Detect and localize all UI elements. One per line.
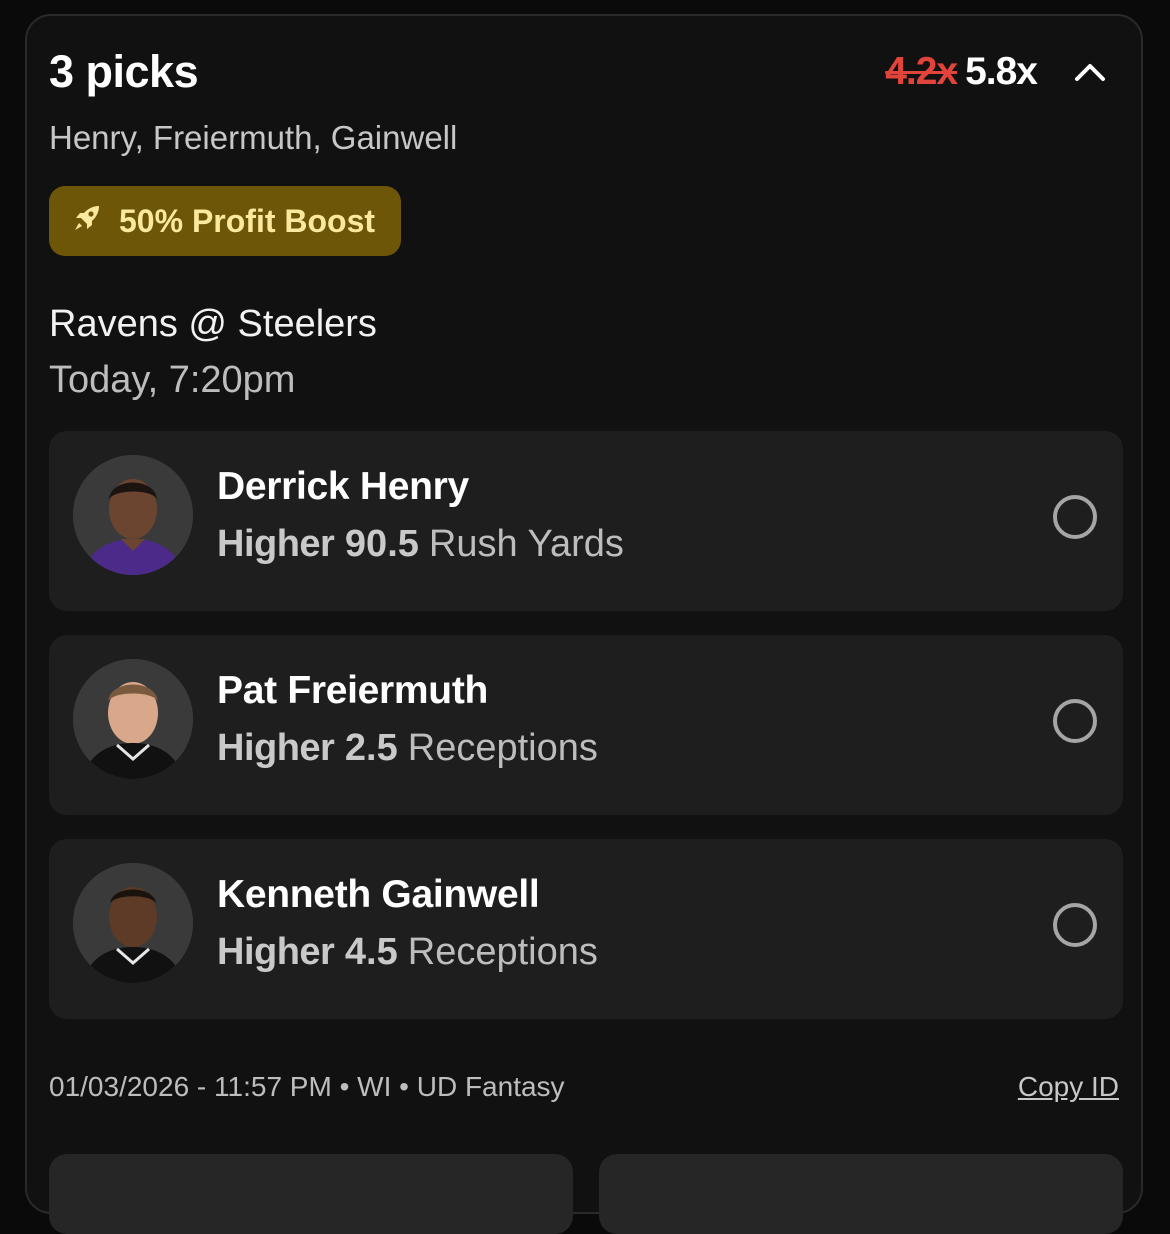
player-avatar xyxy=(73,659,193,779)
action-button-right[interactable] xyxy=(599,1154,1123,1234)
pick-status-radio[interactable] xyxy=(1053,903,1097,947)
pick-value: 4.5 xyxy=(344,931,398,973)
pick-card[interactable]: Kenneth Gainwell Higher 4.5 Receptions xyxy=(49,839,1123,1019)
pick-stat: Rush Yards xyxy=(428,523,624,565)
payout-multiplier: 4.2x 5.8x xyxy=(885,50,1038,94)
pick-card[interactable]: Derrick Henry Higher 90.5 Rush Yards xyxy=(49,431,1123,611)
pick-status-radio[interactable] xyxy=(1053,699,1097,743)
player-name: Kenneth Gainwell xyxy=(217,873,540,916)
pick-line: Higher 4.5 Receptions xyxy=(217,931,598,974)
pick-stat: Receptions xyxy=(407,931,598,973)
action-button-left[interactable] xyxy=(49,1154,573,1234)
pick-line: Higher 2.5 Receptions xyxy=(217,727,598,770)
pick-line: Higher 90.5 Rush Yards xyxy=(217,523,624,566)
entry-meta: 01/03/2026 - 11:57 PM • WI • UD Fantasy xyxy=(49,1071,565,1102)
player-name: Derrick Henry xyxy=(217,465,469,508)
copy-id-link[interactable]: Copy ID xyxy=(1018,1071,1119,1103)
profit-boost-label: 50% Profit Boost xyxy=(119,202,376,239)
pick-card[interactable]: Pat Freiermuth Higher 2.5 Receptions xyxy=(49,635,1123,815)
picks-count-title: 3 picks xyxy=(49,46,199,97)
profit-boost-badge: 50% Profit Boost xyxy=(49,186,402,256)
original-multiplier: 4.2x xyxy=(885,50,958,93)
player-avatar xyxy=(73,863,193,983)
game-time: Today, 7:20pm xyxy=(49,359,296,401)
pick-status-radio[interactable] xyxy=(1053,495,1097,539)
player-avatar xyxy=(73,455,193,575)
boosted-multiplier: 5.8x xyxy=(965,50,1038,93)
pick-direction: Higher xyxy=(217,727,335,769)
pick-stat: Receptions xyxy=(407,727,598,769)
pick-value: 2.5 xyxy=(344,727,398,769)
rocket-icon xyxy=(71,200,105,242)
game-matchup: Ravens @ Steelers xyxy=(49,303,377,345)
chevron-up-icon[interactable] xyxy=(1069,52,1111,94)
picks-summary: Henry, Freiermuth, Gainwell xyxy=(49,119,458,156)
pick-direction: Higher xyxy=(217,523,335,565)
pick-value: 90.5 xyxy=(344,523,419,565)
pick-direction: Higher xyxy=(217,931,335,973)
player-name: Pat Freiermuth xyxy=(217,669,489,712)
entry-card: 3 picks 4.2x 5.8x Henry, Freiermuth, Gain… xyxy=(25,14,1143,1234)
